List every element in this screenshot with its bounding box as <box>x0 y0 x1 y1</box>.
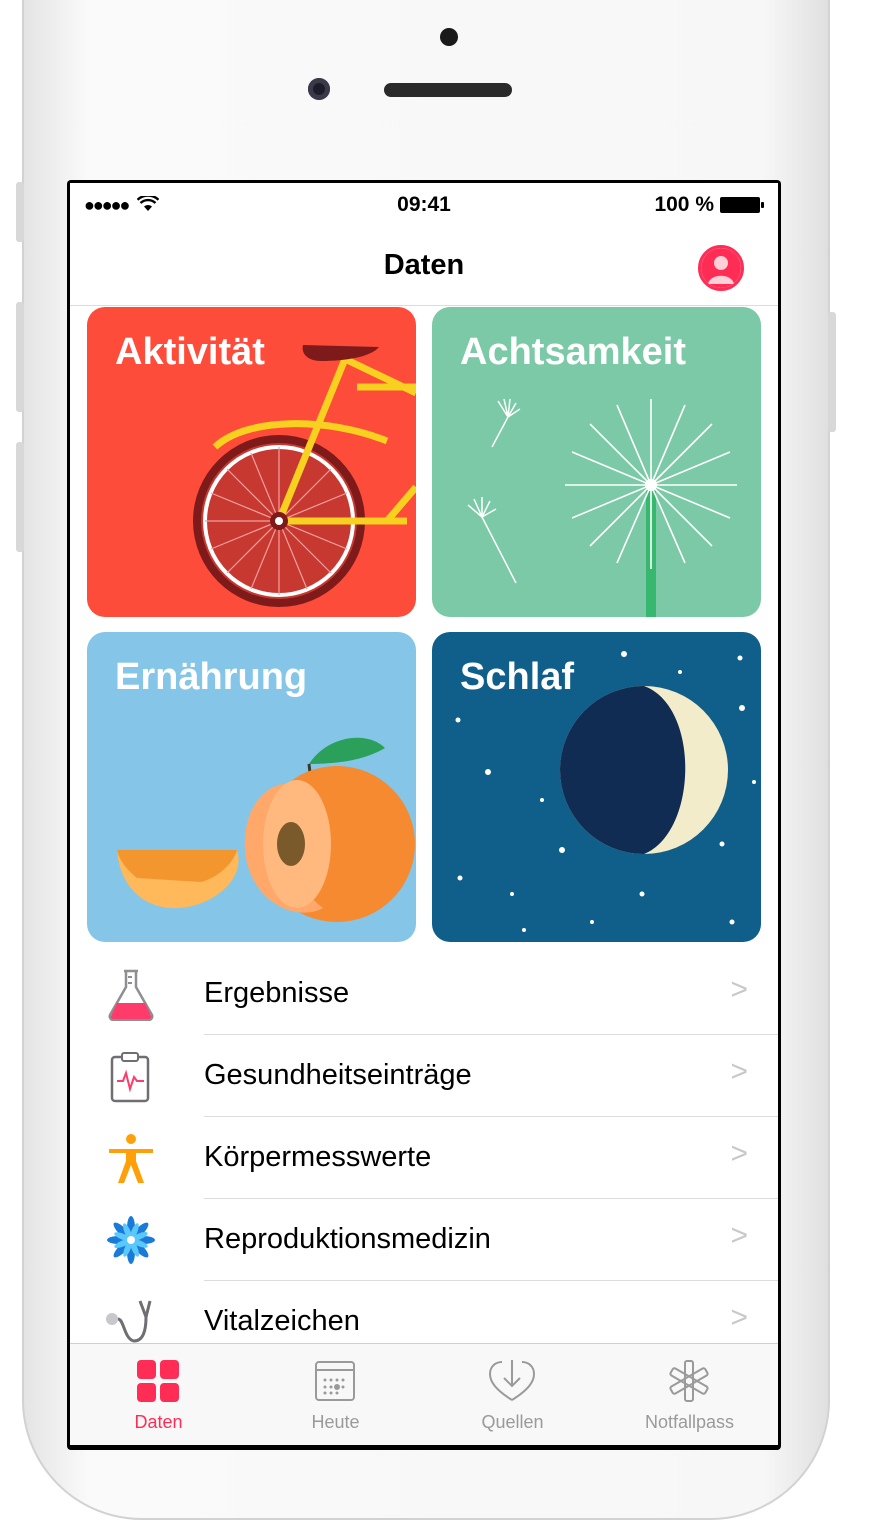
tile-label: Schlaf <box>460 656 575 698</box>
flower-icon <box>107 1216 155 1264</box>
list-item-label: Ergebnisse <box>204 977 350 1009</box>
profile-icon <box>701 248 741 288</box>
tile-label: Achtsamkeit <box>460 331 686 373</box>
earpiece-speaker <box>384 83 512 97</box>
clipboard-icon <box>110 1052 150 1103</box>
stethoscope-icon <box>106 1300 152 1343</box>
list-item-label: Reproduktionsmedizin <box>204 1223 491 1255</box>
front-camera <box>308 78 330 100</box>
tile-label: Ernährung <box>115 656 308 698</box>
tile-schlaf[interactable]: Schlaf <box>432 632 761 942</box>
list-item-label: Gesundheitseinträge <box>204 1059 472 1091</box>
mute-switch <box>16 182 24 242</box>
download-heart-icon <box>488 1360 536 1401</box>
tab-bar: Daten Heute Quellen Notfallpass <box>70 1343 778 1445</box>
tab-daten[interactable]: Daten <box>70 1344 247 1445</box>
asterisk-icon <box>669 1360 709 1402</box>
page-title: Daten <box>383 249 465 281</box>
list-item-label: Vitalzeichen <box>204 1305 360 1337</box>
chevron-right-icon: > <box>730 1137 748 1170</box>
chevron-right-icon: > <box>730 973 748 1006</box>
flask-icon <box>108 969 154 1021</box>
tab-heute[interactable]: Heute <box>247 1344 424 1445</box>
battery-indicator: 100 % <box>654 193 764 217</box>
tile-label: Aktivität <box>115 331 265 373</box>
chevron-right-icon: > <box>730 1219 748 1252</box>
profile-button[interactable] <box>698 245 744 291</box>
tile-ernaehrung[interactable]: Ernährung <box>87 632 416 942</box>
chevron-right-icon: > <box>730 1055 748 1088</box>
grid-icon <box>137 1360 179 1402</box>
list-item-reproduktionsmedizin[interactable]: Reproduktionsmedizin > <box>70 1199 778 1281</box>
list-item-label: Körpermesswerte <box>204 1141 432 1173</box>
tab-label: Heute <box>311 1412 360 1432</box>
body-icon <box>109 1134 153 1183</box>
chevron-right-icon: > <box>730 1301 748 1334</box>
tab-label: Daten <box>134 1412 183 1432</box>
tab-label: Quellen <box>481 1412 544 1432</box>
screen: ●●●●● 09:41 100 % Daten Aktivität Achtsa… <box>67 180 781 1450</box>
proximity-sensor <box>440 28 458 46</box>
navigation-bar: Daten <box>70 227 778 306</box>
tile-achtsamkeit[interactable]: Achtsamkeit <box>432 307 761 617</box>
tab-quellen[interactable]: Quellen <box>424 1344 601 1445</box>
tile-aktivitaet[interactable]: Aktivität <box>87 307 416 617</box>
list-item-koerpermesswerte[interactable]: Körpermesswerte > <box>70 1117 778 1199</box>
power-button <box>828 312 836 432</box>
status-bar: ●●●●● 09:41 100 % <box>70 183 778 227</box>
battery-icon <box>720 197 764 213</box>
tab-label: Notfallpass <box>644 1412 735 1432</box>
volume-up-button <box>16 302 24 412</box>
screen-content: ●●●●● 09:41 100 % Daten Aktivität Achtsa… <box>70 183 778 1445</box>
list-item-ergebnisse[interactable]: Ergebnisse > <box>70 953 778 1035</box>
volume-down-button <box>16 442 24 552</box>
list-item-gesundheitseintraege[interactable]: Gesundheitseinträge > <box>70 1035 778 1117</box>
tab-notfallpass[interactable]: Notfallpass <box>601 1344 778 1445</box>
calendar-icon <box>315 1361 355 1401</box>
